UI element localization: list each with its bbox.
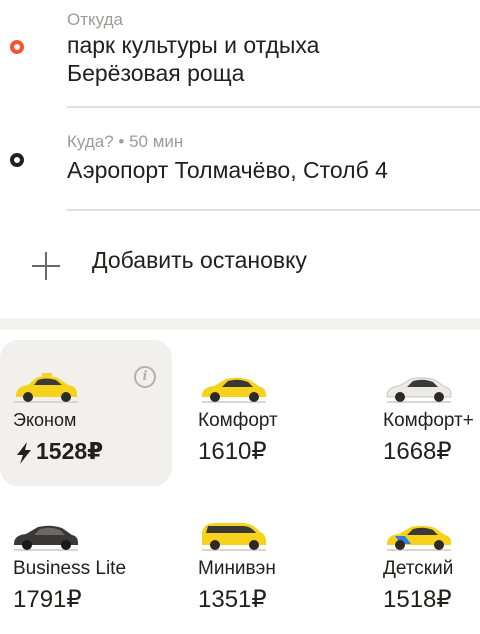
tariff-business-lite[interactable]: Business Lite 1791₽ bbox=[0, 488, 172, 634]
to-caption: Куда? • 50 мин bbox=[67, 132, 184, 151]
tariff-price: 1668₽ bbox=[383, 438, 452, 465]
from-point-icon bbox=[10, 40, 24, 54]
tariff-price: 1610₽ bbox=[198, 438, 267, 465]
from-caption: Откуда bbox=[67, 10, 123, 29]
add-stop-label: Добавить остановку bbox=[92, 247, 307, 273]
from-address-line2: Берёзовая роща bbox=[67, 60, 245, 86]
minivan-car-icon bbox=[202, 523, 266, 551]
tariff-price: 1791₽ bbox=[13, 586, 82, 613]
tariff-comfort[interactable]: Комфорт 1610₽ bbox=[185, 340, 357, 486]
section-separator bbox=[0, 318, 480, 330]
tariff-economy[interactable]: i Эконом 1528₽ bbox=[0, 340, 172, 486]
tariff-name: Business Lite bbox=[13, 558, 127, 579]
tariff-comfort-plus[interactable]: Комфорт+ 1668₽ bbox=[370, 340, 480, 486]
divider bbox=[67, 209, 480, 211]
tariff-price: 1351₽ bbox=[198, 586, 267, 613]
tariff-name: Минивэн bbox=[198, 558, 276, 579]
route-card: Откуда парк культуры и отдыха Берёзовая … bbox=[0, 0, 480, 318]
to-point-icon bbox=[10, 153, 24, 167]
from-field[interactable]: Откуда парк культуры и отдыха Берёзовая … bbox=[0, 0, 480, 108]
to-field[interactable]: Куда? • 50 мин Аэропорт Толмачёво, Столб… bbox=[0, 108, 480, 210]
tariff-name: Комфорт+ bbox=[383, 410, 474, 431]
tariff-name: Детский bbox=[383, 558, 454, 579]
plus-icon bbox=[30, 250, 62, 282]
from-address-line1: парк культуры и отдыха bbox=[67, 32, 320, 58]
info-icon[interactable]: i bbox=[134, 366, 156, 388]
child-car-icon bbox=[387, 525, 451, 551]
tariff-name: Эконом bbox=[13, 410, 77, 430]
tariff-minivan[interactable]: Минивэн 1351₽ bbox=[185, 488, 357, 634]
tariff-price: 1518₽ bbox=[383, 586, 452, 613]
tariff-child[interactable]: Детский 1518₽ bbox=[370, 488, 480, 634]
to-address: Аэропорт Толмачёво, Столб 4 bbox=[67, 157, 388, 183]
comfort-plus-car-icon bbox=[386, 377, 452, 403]
economy-car-icon bbox=[14, 373, 78, 403]
tariff-name: Комфорт bbox=[198, 410, 278, 431]
comfort-car-icon bbox=[202, 377, 266, 403]
business-car-icon bbox=[14, 525, 78, 551]
lightning-icon bbox=[17, 442, 31, 464]
tariff-list: i Эконом 1528₽ Комфорт 1610₽ Комфорт+ 16… bbox=[0, 330, 480, 634]
add-stop-button[interactable]: Добавить остановку bbox=[0, 230, 480, 296]
tariff-price: 1528₽ bbox=[36, 438, 104, 464]
